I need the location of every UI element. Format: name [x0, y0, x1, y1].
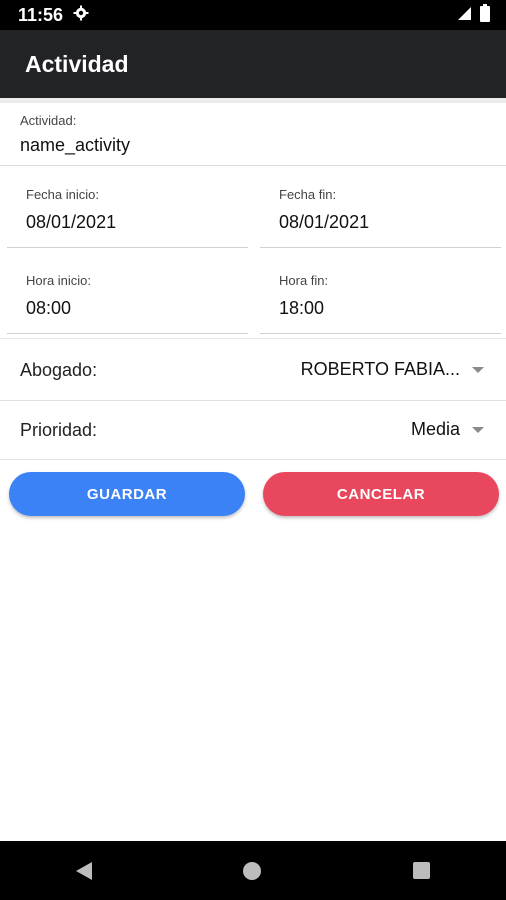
page-title: Actividad	[25, 50, 129, 77]
priority-row: Prioridad: Media	[0, 401, 506, 460]
app-bar: Actividad	[0, 30, 506, 98]
start-time-label: Hora inicio:	[26, 273, 92, 288]
chevron-down-icon	[472, 426, 484, 433]
start-date-field[interactable]: Fecha inicio: 08/01/2021	[7, 170, 248, 248]
battery-icon	[480, 3, 490, 27]
back-icon[interactable]	[75, 861, 92, 880]
chevron-down-icon	[472, 366, 484, 373]
activity-field[interactable]: Actividad: name_activity	[0, 103, 506, 166]
lawyer-row: Abogado: ROBERTO FABIA...	[0, 338, 506, 401]
status-bar: 11:56	[0, 0, 506, 30]
home-icon[interactable]	[243, 861, 262, 880]
status-time: 11:56	[18, 4, 64, 25]
start-time-input[interactable]: 08:00	[26, 298, 71, 319]
cancel-button[interactable]: CANCELAR	[263, 472, 499, 516]
recents-icon[interactable]	[413, 862, 431, 879]
priority-label: Prioridad:	[20, 420, 98, 440]
end-time-input[interactable]: 18:00	[279, 298, 324, 319]
end-time-field[interactable]: Hora fin: 18:00	[260, 256, 501, 334]
lawyer-select[interactable]: ROBERTO FABIA...	[301, 359, 484, 380]
lawyer-value: ROBERTO FABIA...	[300, 359, 460, 379]
end-time-label: Hora fin:	[279, 273, 329, 288]
gear-icon	[73, 5, 89, 26]
activity-label: Actividad:	[20, 113, 77, 128]
end-date-input[interactable]: 08/01/2021	[279, 212, 369, 233]
priority-value: Media	[410, 419, 460, 439]
end-date-label: Fecha fin:	[279, 187, 337, 202]
status-left: 11:56	[18, 5, 89, 26]
save-button[interactable]: GUARDAR	[9, 472, 245, 516]
priority-select[interactable]: Media	[411, 419, 484, 440]
start-date-label: Fecha inicio:	[26, 187, 99, 202]
activity-input[interactable]: name_activity	[20, 135, 130, 156]
start-time-field[interactable]: Hora inicio: 08:00	[7, 256, 248, 334]
status-right	[456, 3, 490, 27]
signal-icon	[456, 5, 472, 26]
lawyer-label: Abogado:	[20, 360, 98, 380]
start-date-input[interactable]: 08/01/2021	[26, 212, 116, 233]
navigation-bar	[0, 841, 506, 900]
end-date-field[interactable]: Fecha fin: 08/01/2021	[260, 170, 501, 248]
